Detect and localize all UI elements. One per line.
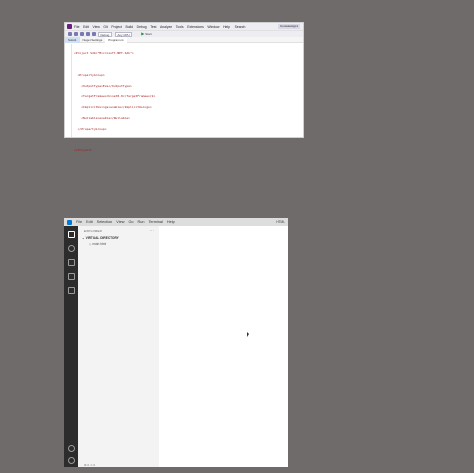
more-actions-icon[interactable]: ··· bbox=[149, 228, 154, 233]
file-main-html[interactable]: ◇ main.html bbox=[78, 241, 159, 247]
vs-menu-project[interactable]: Project bbox=[111, 25, 122, 29]
account-icon[interactable] bbox=[67, 445, 75, 452]
back-icon[interactable] bbox=[68, 32, 72, 36]
window-title: HTML bbox=[276, 220, 285, 224]
explorer-header: EXPLORER ··· bbox=[78, 226, 159, 235]
code-line: <TargetFramework>net8.0</TargetFramework… bbox=[74, 94, 156, 99]
vs-menu-view[interactable]: View bbox=[93, 25, 100, 29]
vs-menu-window[interactable]: Window bbox=[207, 25, 219, 29]
search-icon[interactable] bbox=[67, 245, 75, 252]
tab-solution[interactable]: Solut1 bbox=[65, 36, 80, 43]
vscode-titlebar: File Edit Selection View Go Run Terminal… bbox=[64, 218, 288, 226]
vsc-menu-view[interactable]: View bbox=[116, 220, 124, 224]
vs-menu-analyze[interactable]: Analyze bbox=[160, 25, 172, 29]
status-bar-problems[interactable]: ⊗ 0 ⚠ 0 bbox=[84, 463, 95, 467]
vs-menu-extensions[interactable]: Extensions bbox=[187, 25, 204, 29]
mouse-cursor-icon bbox=[247, 332, 249, 337]
vsc-menu-file[interactable]: File bbox=[76, 220, 82, 224]
code-line: <Nullable>enable</Nullable> bbox=[74, 115, 130, 120]
activity-bar bbox=[64, 226, 78, 467]
visual-studio-logo-icon bbox=[67, 24, 72, 29]
code-text[interactable]: <Project Sdk="Microsoft.NET.Sdk"> <Prope… bbox=[72, 44, 157, 152]
explorer-title: EXPLORER bbox=[84, 228, 102, 233]
code-line: <PropertyGroup> bbox=[74, 72, 105, 77]
files-icon[interactable] bbox=[67, 231, 75, 238]
vs-search-box[interactable]: Search bbox=[235, 25, 246, 29]
save-icon[interactable] bbox=[86, 32, 90, 36]
code-line: </Project> bbox=[74, 148, 93, 153]
extensions-icon[interactable] bbox=[67, 287, 75, 294]
vs-menu-test[interactable]: Test bbox=[150, 25, 156, 29]
vscode-logo-icon bbox=[67, 219, 72, 225]
vs-menu-debug[interactable]: Debug bbox=[137, 25, 147, 29]
file-label: main.html bbox=[92, 242, 107, 246]
code-line: </PropertyGroup> bbox=[74, 126, 107, 131]
visual-studio-window: File Edit View Git Project Build Debug T… bbox=[64, 22, 304, 152]
vs-menu-edit[interactable]: Edit bbox=[83, 25, 89, 29]
vscode-window: File Edit Selection View Go Run Terminal… bbox=[64, 218, 288, 467]
tab-nuget-settings[interactable]: Nuget Settings bbox=[80, 37, 106, 43]
vsc-menu-edit[interactable]: Edit bbox=[86, 220, 93, 224]
code-line: <OutputType>Exe</OutputType> bbox=[74, 83, 132, 88]
vs-project-badge: ConsoleApp1 bbox=[277, 24, 300, 29]
vs-tab-strip: Solut1 Nuget Settings Program.cs bbox=[65, 36, 303, 43]
vs-menu-build[interactable]: Build bbox=[125, 25, 133, 29]
vs-menu-tools[interactable]: Tools bbox=[176, 25, 184, 29]
new-item-icon[interactable] bbox=[80, 32, 84, 36]
folder-label: VIRTUAL DIRECTORY bbox=[85, 236, 119, 240]
vs-menu-git[interactable]: Git bbox=[103, 25, 107, 29]
vsc-menu-go[interactable]: Go bbox=[128, 220, 133, 224]
code-line: <ImplicitUsings>enable</ImplicitUsings> bbox=[74, 105, 152, 110]
vs-menu-help[interactable]: Help bbox=[223, 25, 230, 29]
line-number-gutter bbox=[65, 44, 72, 137]
vsc-menu-terminal[interactable]: Terminal bbox=[149, 220, 163, 224]
play-icon[interactable]: ▶ bbox=[141, 32, 144, 36]
source-control-icon[interactable] bbox=[67, 259, 75, 266]
vs-menubar: File Edit View Git Project Build Debug T… bbox=[65, 23, 303, 30]
run-debug-icon[interactable] bbox=[67, 273, 75, 280]
code-line: <Project Sdk="Microsoft.NET.Sdk"> bbox=[74, 51, 134, 56]
vs-menu-file[interactable]: File bbox=[74, 25, 79, 29]
explorer-sidebar: EXPLORER ··· ⌄ VIRTUAL DIRECTORY ◇ main.… bbox=[78, 226, 159, 467]
vs-code-editor[interactable]: <Project Sdk="Microsoft.NET.Sdk"> <Prope… bbox=[65, 44, 303, 152]
start-button[interactable]: Start bbox=[145, 32, 151, 36]
tab-program-cs[interactable]: Program.cs bbox=[105, 36, 127, 43]
forward-icon[interactable] bbox=[74, 32, 78, 36]
vsc-menu-run[interactable]: Run bbox=[138, 220, 145, 224]
vsc-menu-selection[interactable]: Selection bbox=[97, 220, 113, 224]
vsc-menu-help[interactable]: Help bbox=[167, 220, 175, 224]
gear-icon[interactable] bbox=[67, 457, 75, 464]
undo-icon[interactable] bbox=[92, 32, 96, 36]
